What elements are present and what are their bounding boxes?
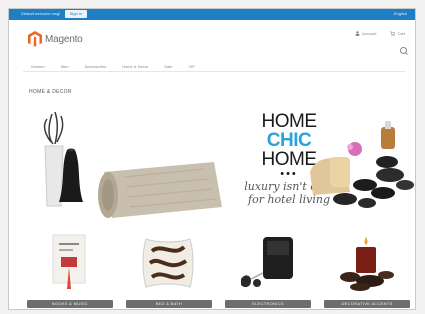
nav-item-vip[interactable]: VIP: [188, 64, 194, 69]
welcome-message: Default welcome msg!: [21, 11, 61, 16]
nav-item-women[interactable]: Women: [31, 64, 45, 69]
hero-towel-image: [98, 162, 222, 218]
bed-bath-image: [142, 238, 194, 288]
cart-icon: [390, 31, 396, 36]
nav-item-accessories[interactable]: Accessories: [85, 64, 107, 69]
nav-item-sale[interactable]: Sale: [164, 64, 172, 69]
search-icon[interactable]: [400, 47, 407, 54]
hero-spa-stones-image: [310, 121, 414, 208]
hero-banner[interactable]: HOME CHIC HOME ••• luxury isn't only for…: [9, 102, 415, 227]
top-bar: Default welcome msg! Sign In English: [9, 9, 415, 20]
main-nav: Women Men Accessories Home & Decor Sale …: [31, 64, 195, 69]
sign-in-label: Sign In: [69, 11, 83, 16]
account-link[interactable]: Account: [355, 31, 376, 36]
browser-page: Default welcome msg! Sign In English Mag…: [8, 8, 416, 310]
nav-item-men[interactable]: Men: [61, 64, 69, 69]
category-electronics[interactable]: ELECTRONICS: [225, 233, 311, 309]
nav-item-home-decor[interactable]: Home & Decor: [122, 64, 148, 69]
nav-divider: [23, 71, 405, 72]
bed-bath-button[interactable]: BED & BATH: [126, 300, 212, 308]
decorative-accents-image: [340, 237, 394, 291]
logo-text: Magento: [45, 33, 83, 45]
category-grid: BOOKS & MUSIC BED & BATH ELECTRONICS DEC…: [9, 233, 415, 309]
category-bed-bath[interactable]: BED & BATH: [126, 233, 212, 309]
cart-link[interactable]: Cart: [390, 31, 405, 36]
header-links: Account Cart: [355, 31, 405, 36]
magento-logo-icon: [28, 31, 42, 47]
books-music-button[interactable]: BOOKS & MUSIC: [27, 300, 113, 308]
store-logo[interactable]: Magento: [28, 29, 83, 49]
page-title: HOME & DECOR: [29, 89, 72, 95]
decorative-accents-button[interactable]: DECORATIVE ACCENTS: [324, 300, 410, 308]
account-label: Account: [361, 31, 377, 36]
electronics-button[interactable]: ELECTRONICS: [225, 300, 311, 308]
category-decorative-accents[interactable]: DECORATIVE ACCENTS: [324, 233, 410, 309]
user-icon: [355, 31, 360, 36]
cart-label: Cart: [397, 31, 405, 36]
electronics-image: [241, 237, 293, 288]
sign-in-link[interactable]: Sign In: [65, 10, 87, 18]
category-books-music[interactable]: BOOKS & MUSIC: [27, 233, 113, 309]
books-music-image: [52, 234, 86, 289]
language-switcher[interactable]: English: [394, 11, 407, 16]
